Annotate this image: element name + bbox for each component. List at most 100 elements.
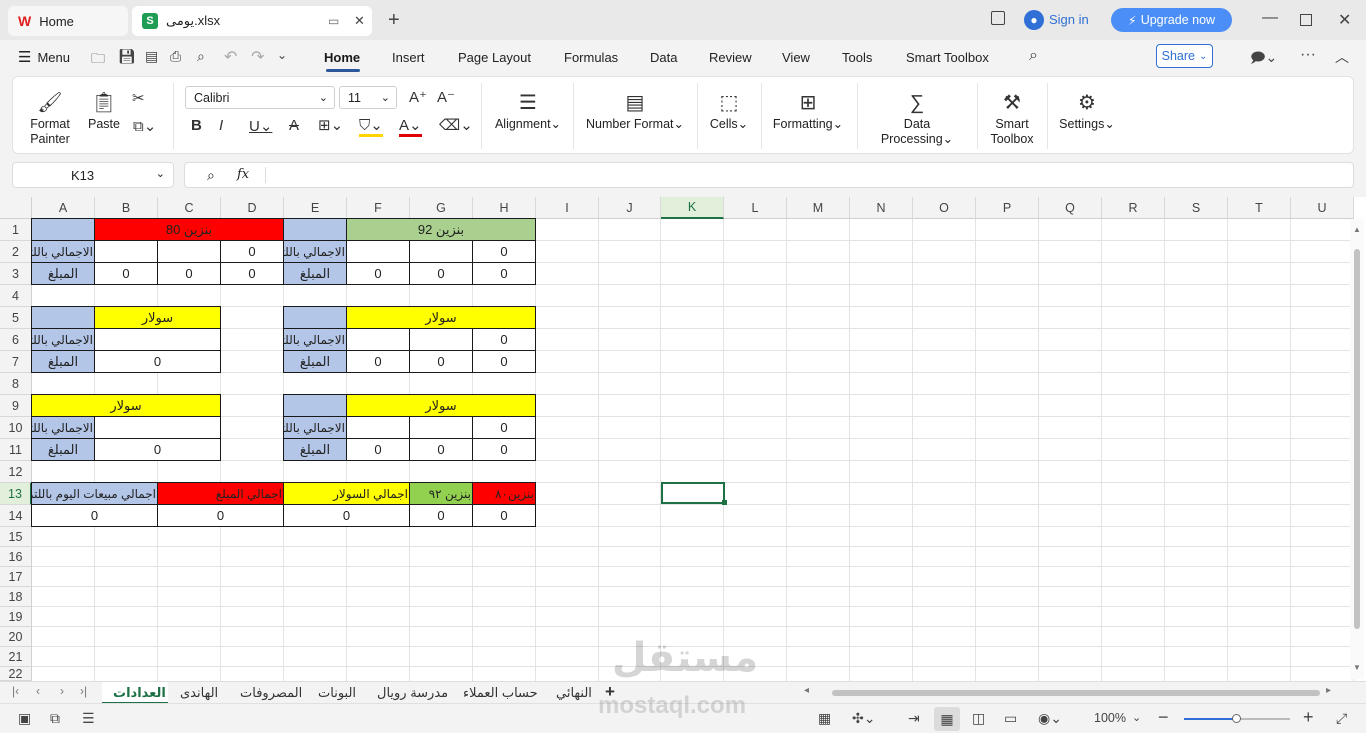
- page-layout-view-icon[interactable]: ▭: [1004, 710, 1017, 727]
- cell-h11[interactable]: 0: [472, 438, 536, 461]
- data-processing-button[interactable]: ∑ Data Processing⌄: [867, 89, 967, 147]
- cell-b80-header[interactable]: بنزين 80: [94, 218, 284, 241]
- row-header[interactable]: 5: [0, 307, 32, 329]
- menu-button[interactable]: ☰ Menu: [18, 40, 70, 74]
- cell-e5[interactable]: [283, 306, 347, 329]
- cell-e7[interactable]: المبلغ: [283, 350, 347, 373]
- column-header[interactable]: P: [976, 197, 1039, 219]
- cell-a1[interactable]: [31, 218, 95, 241]
- minimize-icon[interactable]: —: [1262, 9, 1278, 27]
- cell-a7[interactable]: المبلغ: [31, 350, 95, 373]
- column-header[interactable]: F: [347, 197, 410, 219]
- close-tab-icon[interactable]: ✕: [354, 13, 365, 29]
- freeze-icon[interactable]: ✣⌄: [852, 710, 875, 727]
- cell-c14[interactable]: 0: [157, 504, 284, 527]
- cell-a9[interactable]: سولار: [31, 394, 221, 417]
- tab-page-layout[interactable]: Page Layout: [458, 40, 531, 74]
- cell-h14[interactable]: 0: [472, 504, 536, 527]
- cell-c3[interactable]: 0: [157, 262, 221, 285]
- cell-h7[interactable]: 0: [472, 350, 536, 373]
- vertical-scroll-thumb[interactable]: [1354, 249, 1360, 629]
- row-header[interactable]: 12: [0, 461, 32, 483]
- column-header[interactable]: B: [95, 197, 158, 219]
- sheet-tab-2[interactable]: الهاندى: [180, 682, 218, 704]
- cell-d3[interactable]: 0: [220, 262, 284, 285]
- cell-f11[interactable]: 0: [346, 438, 410, 461]
- column-header[interactable]: U: [1291, 197, 1354, 219]
- font-name-select[interactable]: Calibri ⌄: [185, 86, 335, 109]
- selected-cell[interactable]: [661, 482, 725, 504]
- read-mode-icon[interactable]: ⇥: [908, 710, 920, 727]
- column-header[interactable]: A: [32, 197, 95, 219]
- sheet-tab-4[interactable]: البونات: [318, 682, 356, 704]
- tab-data[interactable]: Data: [650, 40, 677, 74]
- row-header[interactable]: 17: [0, 567, 32, 587]
- decrease-font-icon[interactable]: A⁻: [437, 88, 455, 106]
- settings-button[interactable]: ⚙ Settings⌄: [1057, 89, 1117, 132]
- cell-e13[interactable]: اجمالي السولار: [283, 482, 410, 505]
- cell-h6[interactable]: 0: [472, 328, 536, 351]
- cell-c13[interactable]: اجمالي المبلغ: [157, 482, 284, 505]
- zoom-in-icon[interactable]: +: [1303, 707, 1314, 728]
- cell-h2[interactable]: 0: [472, 240, 536, 263]
- cell-g3[interactable]: 0: [409, 262, 473, 285]
- sheet-tab-7[interactable]: النهائي: [556, 682, 592, 704]
- zoom-out-icon[interactable]: −: [1158, 707, 1169, 728]
- column-header[interactable]: S: [1165, 197, 1228, 219]
- tab-file[interactable]: S يومى.xlsx ▭ ✕: [132, 6, 372, 36]
- format-painter-button[interactable]: 🖌︎ Format Painter: [27, 89, 73, 147]
- row-header[interactable]: 10: [0, 417, 32, 439]
- cell-f7[interactable]: 0: [346, 350, 410, 373]
- sign-in-link[interactable]: Sign in: [1049, 12, 1089, 27]
- print-icon[interactable]: ⎙: [170, 48, 181, 65]
- tab-manager-icon[interactable]: [991, 11, 1005, 25]
- cell-b11[interactable]: 0: [94, 438, 221, 461]
- cell-g11[interactable]: 0: [409, 438, 473, 461]
- tab-review[interactable]: Review: [709, 40, 752, 74]
- column-header[interactable]: H: [473, 197, 536, 219]
- cell-e2[interactable]: الاجمالي باللتر: [283, 240, 347, 263]
- tab-smart-toolbox[interactable]: Smart Toolbox: [906, 40, 989, 74]
- cell-g10[interactable]: [409, 416, 473, 439]
- number-format-button[interactable]: ▤ Number Format⌄: [585, 89, 685, 132]
- sheet-tab-6[interactable]: حساب العملاء: [463, 682, 538, 704]
- row-header[interactable]: 21: [0, 647, 32, 667]
- underline-icon[interactable]: U⌄: [249, 117, 272, 135]
- cell-f9[interactable]: سولار: [346, 394, 536, 417]
- collapse-ribbon-icon[interactable]: ︿: [1335, 47, 1349, 67]
- prev-sheet-icon[interactable]: ‹: [36, 684, 40, 698]
- column-header[interactable]: T: [1228, 197, 1291, 219]
- cell-g6[interactable]: [409, 328, 473, 351]
- eye-protection-icon[interactable]: ◉⌄: [1038, 710, 1062, 727]
- row-header[interactable]: 11: [0, 439, 32, 461]
- paste-button[interactable]: 📋︎ Paste: [81, 89, 127, 132]
- column-header[interactable]: L: [724, 197, 787, 219]
- scroll-up-icon[interactable]: ▲: [1353, 225, 1361, 234]
- open-folder-icon[interactable]: 🗀: [91, 48, 105, 72]
- vertical-scrollbar[interactable]: ▲ ▼: [1350, 219, 1364, 679]
- clear-format-icon[interactable]: ⌫⌄: [439, 116, 473, 134]
- cell-b2[interactable]: [94, 240, 158, 263]
- table-style-icon[interactable]: ▦: [818, 710, 831, 727]
- cell-b5[interactable]: سولار: [94, 306, 221, 329]
- redo-icon[interactable]: ↷: [251, 47, 264, 67]
- cell-a5[interactable]: [31, 306, 95, 329]
- row-header[interactable]: 2: [0, 241, 32, 263]
- cell-g14[interactable]: 0: [409, 504, 473, 527]
- comment-icon[interactable]: 🗩︎⌄: [1250, 47, 1277, 71]
- cells-button[interactable]: ⬚ Cells⌄: [707, 89, 751, 132]
- column-header[interactable]: J: [599, 197, 661, 219]
- scroll-down-icon[interactable]: ▼: [1353, 663, 1361, 672]
- upgrade-button[interactable]: ⚡ Upgrade now: [1111, 8, 1232, 32]
- undo-icon[interactable]: ↶: [224, 47, 237, 67]
- horizontal-scroll-thumb[interactable]: [832, 690, 1320, 696]
- cell-b7[interactable]: 0: [94, 350, 221, 373]
- bold-icon[interactable]: B: [191, 117, 202, 134]
- cell-e3[interactable]: المبلغ: [283, 262, 347, 285]
- font-size-select[interactable]: 11 ⌄: [339, 86, 397, 109]
- row-header[interactable]: 3: [0, 263, 32, 285]
- borders-icon[interactable]: ⊞⌄: [318, 116, 343, 134]
- cell-f2[interactable]: [346, 240, 410, 263]
- row-header[interactable]: 18: [0, 587, 32, 607]
- smart-toolbox-button[interactable]: ⚒ Smart Toolbox: [987, 89, 1037, 147]
